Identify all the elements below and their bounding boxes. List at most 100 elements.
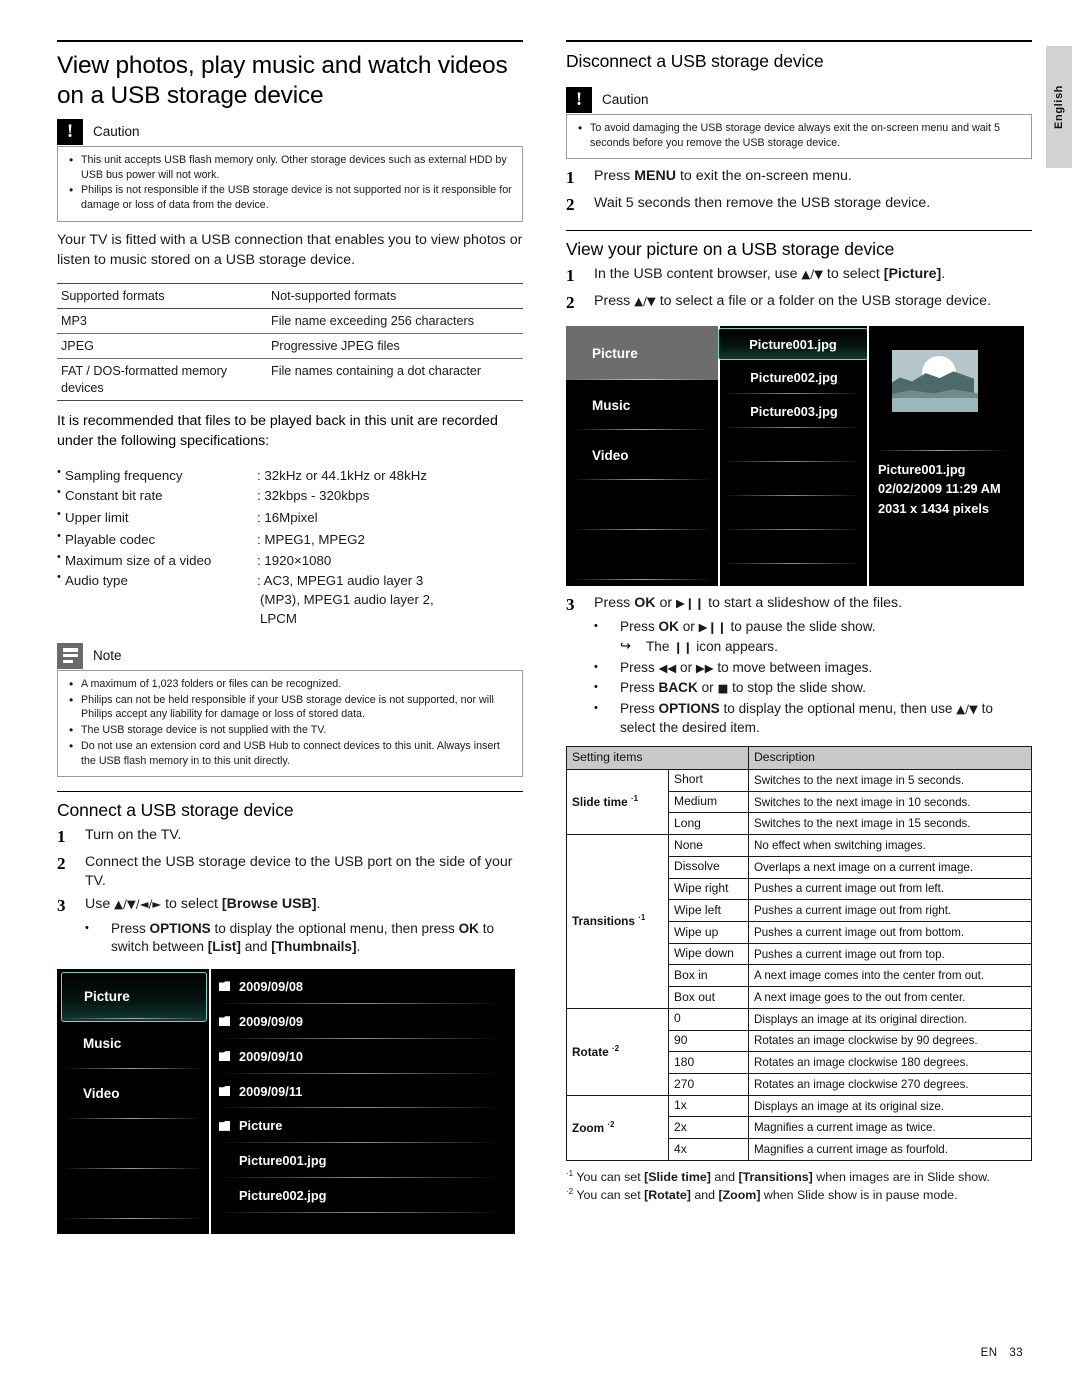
- formats-table: Supported formats Not-supported formats …: [57, 283, 523, 401]
- callout-list-item: To avoid damaging the USB storage device…: [576, 120, 1022, 151]
- bullet-icon: •: [594, 681, 598, 694]
- table-row: Transitions ·1 None No effect when switchi…: [566, 834, 1032, 1009]
- settings-option: 0: [668, 1007, 749, 1031]
- step-row: 1 In the USB content browser, use ▲/▼ to …: [566, 265, 1032, 287]
- settings-description: Pushes a current image out from bottom.: [748, 921, 1032, 944]
- spec-value-continuation: (MP3), MPEG1 audio layer 2,: [260, 592, 434, 608]
- tv-category-empty-2: [566, 530, 718, 581]
- disconnect-caution-header: ! Caution: [566, 86, 1032, 113]
- left-column: View photos, play music and watch videos…: [57, 40, 523, 1234]
- tv-category-empty-1: [566, 480, 718, 531]
- disconnect-section-rule: [566, 40, 1032, 42]
- callout-list-item: Philips can not be held responsible if y…: [67, 692, 513, 723]
- settings-footnotes: ·1 You can set [Slide time] and [Transit…: [566, 1168, 1032, 1205]
- right-column: Disconnect a USB storage device ! Cautio…: [566, 40, 1032, 1205]
- tv-category-slot-1: [566, 326, 718, 381]
- step-number: 3: [566, 595, 575, 615]
- tv-file-item: [720, 462, 868, 497]
- table-cell: Progressive JPEG files: [267, 333, 523, 360]
- substep-row: • Press OPTIONS to display the optional m…: [85, 920, 523, 957]
- tv-category-video[interactable]: Video: [566, 430, 718, 481]
- tv-file-item[interactable]: 2009/09/08: [219, 969, 505, 1004]
- settings-group-name: Rotate ·2: [566, 1007, 669, 1096]
- footnote-2: ·2 You can set [Rotate] and [Zoom] when …: [566, 1187, 958, 1203]
- settings-table-head: Setting items Description: [566, 746, 1032, 770]
- callout-list-item: The USB storage device is not supplied w…: [67, 722, 513, 738]
- substep-text: Press ◀◀ or ▶▶ to move between images.: [620, 659, 873, 675]
- tv-file-item[interactable]: 2009/09/10: [219, 1039, 505, 1074]
- tv-file-item[interactable]: Picture001.jpg: [219, 1143, 505, 1179]
- settings-description: No effect when switching images.: [748, 834, 1032, 857]
- settings-description: Magnifies a current image as twice.: [748, 1116, 1032, 1140]
- connect-steps: 1 Turn on the TV. 2 Connect the USB storage…: [57, 826, 523, 957]
- settings-option: Wipe down: [668, 942, 749, 966]
- preview-dimensions: 2031 x 1434 pixels: [878, 500, 989, 516]
- step-row: 3 Press OK or ▶❙❙ to start a slideshow o…: [566, 594, 1032, 616]
- footer-language-code: EN: [980, 1347, 998, 1359]
- tv-file-name: Picture001.jpg: [239, 1153, 327, 1169]
- tv-file-item: [720, 496, 868, 531]
- tv-category-video[interactable]: Video: [57, 1069, 209, 1119]
- tv-category-music[interactable]: Music: [566, 380, 718, 431]
- tv-category-music[interactable]: Music: [57, 1019, 209, 1069]
- tv-file-item[interactable]: Picture002.jpg: [219, 1178, 505, 1214]
- settings-option: Box in: [668, 964, 749, 988]
- settings-option: 270: [668, 1073, 749, 1096]
- settings-option: 2x: [668, 1116, 749, 1140]
- subsub-row: ↪ The ❙❙ icon appears.: [620, 638, 1032, 657]
- spec-label: Maximum size of a video: [57, 550, 257, 570]
- disconnect-steps: 1 Press MENU to exit the on-screen menu. 2…: [566, 167, 1032, 216]
- step-row: 1 Turn on the TV.: [57, 826, 523, 848]
- settings-group-name: Slide time ·1: [566, 768, 669, 836]
- connect-section-title: Connect a USB storage device: [57, 800, 294, 821]
- language-tab-label: English: [1053, 85, 1065, 129]
- bullet-icon: •: [594, 620, 598, 633]
- substep-row: • Press OK or ▶❙❙ to pause the slide sho…: [594, 618, 1032, 637]
- tv-file-selected[interactable]: Picture001.jpg: [718, 328, 868, 361]
- caution-body: This unit accepts USB flash memory only.…: [57, 145, 523, 222]
- tv-file-item: [720, 530, 868, 565]
- language-tab: English: [1046, 46, 1072, 168]
- settings-description: Rotates an image clockwise by 90 degrees…: [748, 1029, 1032, 1053]
- note-list: A maximum of 1,023 folders or files can …: [67, 676, 513, 769]
- spec-value-continuation: LPCM: [260, 611, 297, 627]
- arrow-icon: ↪: [620, 638, 631, 654]
- folder-icon: [219, 1016, 230, 1027]
- spec-label: Constant bit rate: [57, 485, 257, 505]
- step-row: 3 Use ▲/▼/◄/► to select [Browse USB].: [57, 895, 523, 917]
- footnote-marker: ·2: [611, 1043, 620, 1053]
- tv-file-item[interactable]: Picture: [219, 1108, 505, 1144]
- caution-icon: !: [57, 118, 83, 145]
- settings-table: Setting items Description Slide time ·1 S…: [566, 746, 1032, 1161]
- formats-header-not-supported: Not-supported formats: [267, 283, 523, 310]
- slideshow-step-3: 3 Press OK or ▶❙❙ to start a slideshow o…: [566, 594, 1032, 737]
- tv-file-item[interactable]: Picture003.jpg: [720, 394, 868, 429]
- step-text: Use ▲/▼/◄/► to select [Browse USB].: [85, 896, 321, 913]
- step-row: 1 Press MENU to exit the on-screen menu.: [566, 167, 1032, 189]
- substep-text: Press OPTIONS to display the optional me…: [620, 700, 993, 735]
- step-row: 2 Connect the USB storage device to the U…: [57, 853, 523, 892]
- table-cell: File name exceeding 256 characters: [267, 308, 523, 335]
- step-text: Press ▲/▼ to select a file or a folder o…: [594, 292, 991, 309]
- caution-list: This unit accepts USB flash memory only.…: [67, 152, 513, 213]
- tv-file-item[interactable]: 2009/09/09: [219, 1004, 505, 1039]
- callout-list-item: A maximum of 1,023 folders or files can …: [67, 676, 513, 692]
- tv-file-name: Picture003.jpg: [750, 403, 838, 419]
- spec-row: Playable codec: MPEG1, MPEG2: [57, 529, 523, 549]
- chapter-rule: [57, 40, 523, 42]
- tv-file-item[interactable]: Picture002.jpg: [720, 360, 868, 395]
- tv-file-name: Picture002.jpg: [750, 369, 838, 385]
- tv-divider: [209, 968, 211, 1234]
- spec-value: : AC3, MPEG1 audio layer 3: [257, 572, 424, 588]
- tv-file-name: 2009/09/09: [239, 1013, 304, 1029]
- tv-category-empty-2: [57, 1169, 209, 1219]
- preview-filename: Picture001.jpg: [878, 462, 966, 478]
- disconnect-caution-callout: ! Caution To avoid damaging the USB stor…: [566, 86, 1032, 160]
- formats-header-row: Supported formats Not-supported formats: [57, 283, 523, 310]
- callout-list-item: Do not use an extension cord and USB Hub…: [67, 738, 513, 769]
- spec-value: : 32kHz or 44.1kHz or 48kHz: [257, 467, 427, 483]
- settings-option: 4x: [668, 1138, 749, 1161]
- spec-row: Constant bit rate: 32kbps - 320kbps: [57, 485, 523, 505]
- bullet-icon: •: [594, 701, 598, 714]
- tv-file-item[interactable]: 2009/09/11: [219, 1074, 505, 1109]
